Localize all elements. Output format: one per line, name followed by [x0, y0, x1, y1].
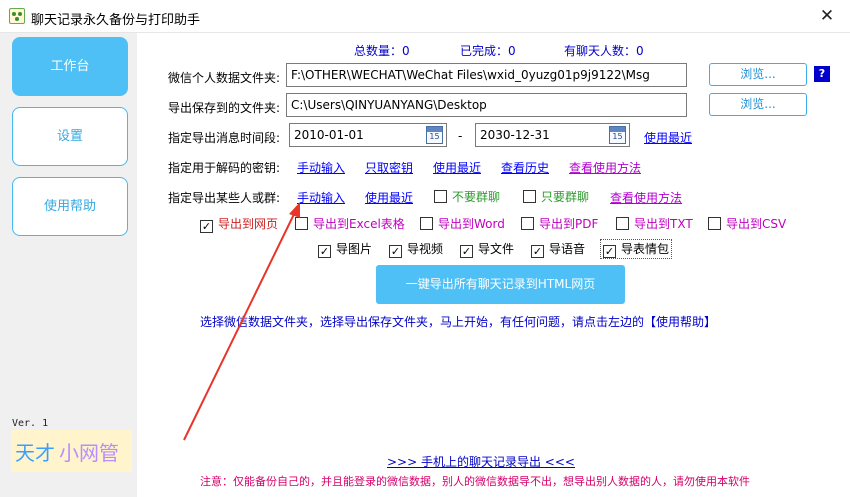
checkbox-box — [295, 217, 308, 230]
key-view-history-link[interactable]: 查看历史 — [501, 159, 549, 176]
stat-total: 总数量：0 — [354, 42, 410, 59]
no-group-chat-checkbox[interactable]: 不要群聊 — [434, 188, 500, 205]
sidebar: 工作台 设置 使用帮助 Ver. 1 天才 小网管 — [0, 33, 137, 497]
checkbox-box — [523, 190, 536, 203]
close-button[interactable]: ✕ — [804, 0, 850, 33]
include-stickers-checkbox[interactable]: ✓ 导表情包 — [600, 239, 673, 259]
export-pdf-checkbox[interactable]: 导出到PDF — [521, 215, 598, 232]
calendar-icon[interactable]: 15 — [426, 126, 443, 144]
export-html-label: 导出到网页 — [218, 217, 279, 231]
decrypt-key-label: 指定用于解码的密钥: — [168, 161, 281, 175]
wechat-folder-input[interactable]: F:\OTHER\WECHAT\WeChat Files\wxid_0yuzg0… — [286, 63, 687, 87]
mobile-export-link[interactable]: >>> 手机上的聊天记录导出 <<< — [387, 453, 575, 470]
export-txt-checkbox[interactable]: 导出到TXT — [616, 215, 693, 232]
check-icon: ✓ — [389, 245, 402, 258]
wechat-folder-browse-button[interactable]: 浏览... — [709, 63, 807, 86]
logo-text-part2: 小网管 — [59, 441, 119, 465]
stat-done: 已完成：0 — [460, 42, 516, 59]
checkbox-box — [708, 217, 721, 230]
export-all-button[interactable]: 一键导出所有聊天记录到HTML网页 — [376, 265, 625, 304]
export-word-checkbox[interactable]: 导出到Word — [420, 215, 505, 232]
key-howto-link[interactable]: 查看使用方法 — [569, 159, 641, 176]
export-pdf-label: 导出到PDF — [539, 217, 599, 231]
export-csv-label: 导出到CSV — [726, 217, 787, 231]
save-folder-browse-button[interactable]: 浏览... — [709, 93, 807, 116]
start-date-picker[interactable]: 2010-01-01 15 — [289, 123, 447, 147]
check-icon: ✓ — [200, 220, 213, 233]
only-group-chat-label: 只要群聊 — [541, 190, 590, 204]
include-videos-checkbox[interactable]: ✓ 导视频 — [389, 240, 443, 258]
instructions-text: 选择微信数据文件夹，选择导出保存文件夹，马上开始，有任何问题，请点击左边的【使用… — [200, 315, 717, 329]
stat-total-value: 0 — [402, 44, 410, 58]
app-icon — [9, 8, 25, 24]
version-label: Ver. 1 — [12, 418, 49, 429]
export-csv-checkbox[interactable]: 导出到CSV — [708, 215, 786, 232]
checkbox-box — [420, 217, 433, 230]
check-icon: ✓ — [603, 245, 616, 258]
checkbox-box — [434, 190, 447, 203]
include-voice-label: 导语音 — [549, 242, 586, 256]
check-icon: ✓ — [318, 245, 331, 258]
calendar-icon[interactable]: 15 — [609, 126, 626, 144]
stat-done-value: 0 — [508, 44, 516, 58]
stat-chatters: 有聊天人数：0 — [564, 42, 644, 59]
target-use-recent-link[interactable]: 使用最近 — [365, 189, 413, 206]
export-word-label: 导出到Word — [438, 217, 505, 231]
checkbox-box — [616, 217, 629, 230]
sidebar-item-workbench[interactable]: 工作台 — [12, 37, 128, 96]
stat-done-label: 已完成： — [460, 44, 509, 58]
checkbox-box — [521, 217, 534, 230]
end-date-picker[interactable]: 2030-12-31 15 — [475, 123, 630, 147]
include-videos-label: 导视频 — [407, 242, 444, 256]
include-stickers-label: 导表情包 — [621, 242, 670, 256]
export-html-checkbox[interactable]: ✓ 导出到网页 — [200, 215, 278, 233]
wechat-folder-label: 微信个人数据文件夹: — [168, 71, 281, 85]
sidebar-item-help[interactable]: 使用帮助 — [12, 177, 128, 236]
target-manual-input-link[interactable]: 手动输入 — [297, 189, 345, 206]
no-group-chat-label: 不要群聊 — [452, 190, 501, 204]
save-folder-input[interactable]: C:\Users\QINYUANYANG\Desktop — [286, 93, 687, 117]
check-icon: ✓ — [460, 245, 473, 258]
include-images-checkbox[interactable]: ✓ 导图片 — [318, 240, 372, 258]
sidebar-item-settings[interactable]: 设置 — [12, 107, 128, 166]
key-manual-input-link[interactable]: 手动输入 — [297, 159, 345, 176]
export-txt-label: 导出到TXT — [634, 217, 693, 231]
time-range-label: 指定导出消息时间段: — [168, 131, 281, 145]
key-use-recent-link[interactable]: 使用最近 — [433, 159, 481, 176]
key-fetch-only-link[interactable]: 只取密钥 — [365, 159, 413, 176]
target-label: 指定导出某些人或群: — [168, 191, 281, 205]
main-panel: 总数量：0 已完成：0 有聊天人数：0 微信个人数据文件夹: F:\OTHER\… — [137, 33, 850, 497]
only-group-chat-checkbox[interactable]: 只要群聊 — [523, 188, 589, 205]
target-howto-link[interactable]: 查看使用方法 — [610, 189, 682, 206]
stat-total-label: 总数量： — [354, 44, 403, 58]
stat-chatters-label: 有聊天人数： — [564, 44, 637, 58]
help-question-icon[interactable]: ? — [814, 66, 830, 82]
notice-text: 注意：仅能备份自己的，并且能登录的微信数据，别人的微信数据导不出，想导出别人数据… — [200, 475, 750, 488]
window-title: 聊天记录永久备份与打印助手 — [31, 13, 201, 28]
export-excel-checkbox[interactable]: 导出到Excel表格 — [295, 215, 405, 232]
stat-chatters-value: 0 — [636, 44, 644, 58]
check-icon: ✓ — [531, 245, 544, 258]
include-files-checkbox[interactable]: ✓ 导文件 — [460, 240, 514, 258]
brand-logo: 天才 小网管 — [11, 430, 132, 472]
include-voice-checkbox[interactable]: ✓ 导语音 — [531, 240, 585, 258]
include-files-label: 导文件 — [478, 242, 515, 256]
save-folder-label: 导出保存到的文件夹: — [168, 101, 281, 115]
include-images-label: 导图片 — [336, 242, 373, 256]
date-range-separator: - — [458, 129, 463, 143]
time-range-recent-link[interactable]: 使用最近 — [644, 129, 692, 146]
title-bar: 聊天记录永久备份与打印助手 ✕ — [0, 0, 850, 33]
start-date-value: 2010-01-01 — [294, 128, 364, 142]
end-date-value: 2030-12-31 — [480, 128, 550, 142]
export-excel-label: 导出到Excel表格 — [313, 217, 405, 231]
logo-text-part1: 天才 — [15, 441, 55, 465]
